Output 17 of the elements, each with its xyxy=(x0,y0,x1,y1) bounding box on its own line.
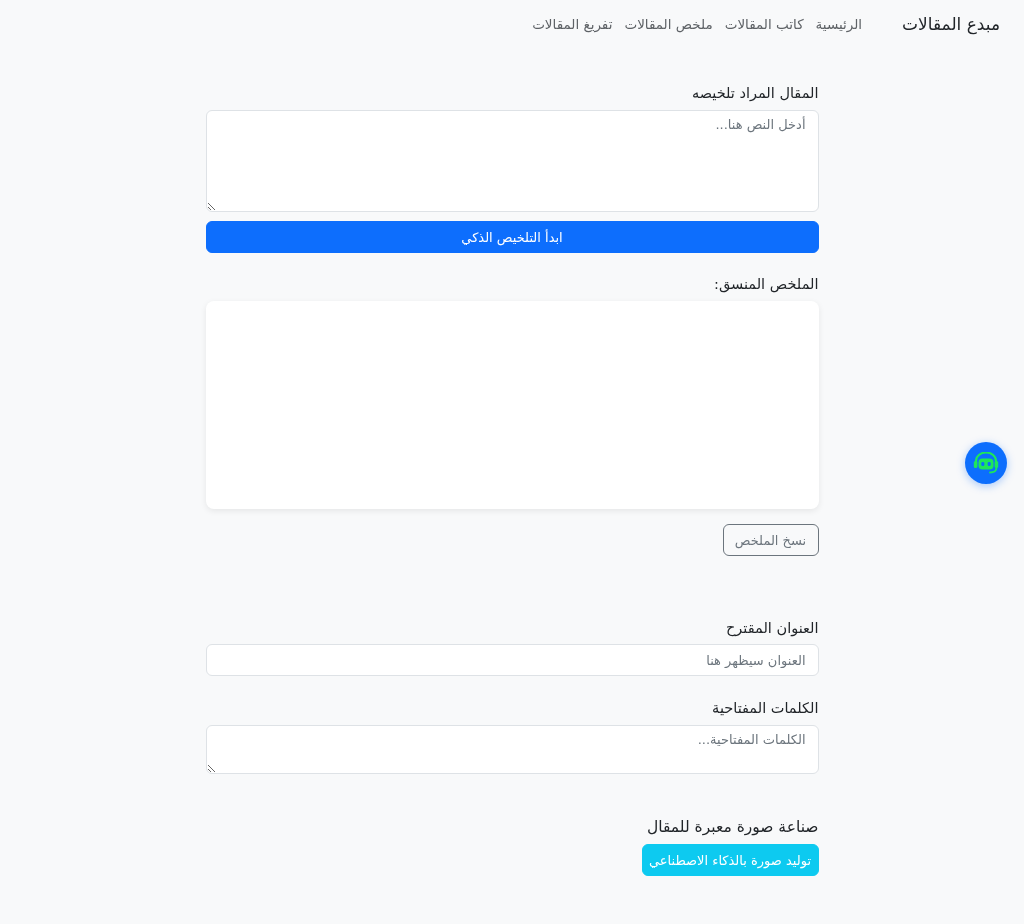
image-section-heading: صناعة صورة معبرة للمقال xyxy=(647,817,819,838)
nav-link[interactable]: الرئيسية xyxy=(809,16,869,32)
nav-link[interactable]: كاتب المقالات xyxy=(718,16,810,32)
summary-label: الملخص المنسق: xyxy=(714,275,819,295)
keywords-label: الكلمات المفتاحية xyxy=(712,699,819,718)
nav-link[interactable]: ملخص المقالات xyxy=(618,16,719,32)
copy-summary-button[interactable]: نسخ الملخص xyxy=(722,524,819,556)
brand-title[interactable]: مبدع المقالات xyxy=(902,14,1000,34)
article-label: المقال المراد تلخيصه xyxy=(691,84,819,103)
title-label: العنوان المقترح xyxy=(726,619,819,639)
chatbot-button[interactable] xyxy=(965,442,1007,484)
summarize-button[interactable]: ابدأ التلخيص الذكي xyxy=(205,221,819,253)
keywords-textarea[interactable]: الكلمات المفتاحية... xyxy=(205,725,819,774)
nav-link[interactable]: تفريغ المقالات xyxy=(526,16,619,32)
article-textarea[interactable]: أدخل النص هنا... xyxy=(205,110,819,212)
title-input[interactable]: العنوان سيظهر هنا xyxy=(205,644,819,676)
robot-icon xyxy=(973,452,999,474)
